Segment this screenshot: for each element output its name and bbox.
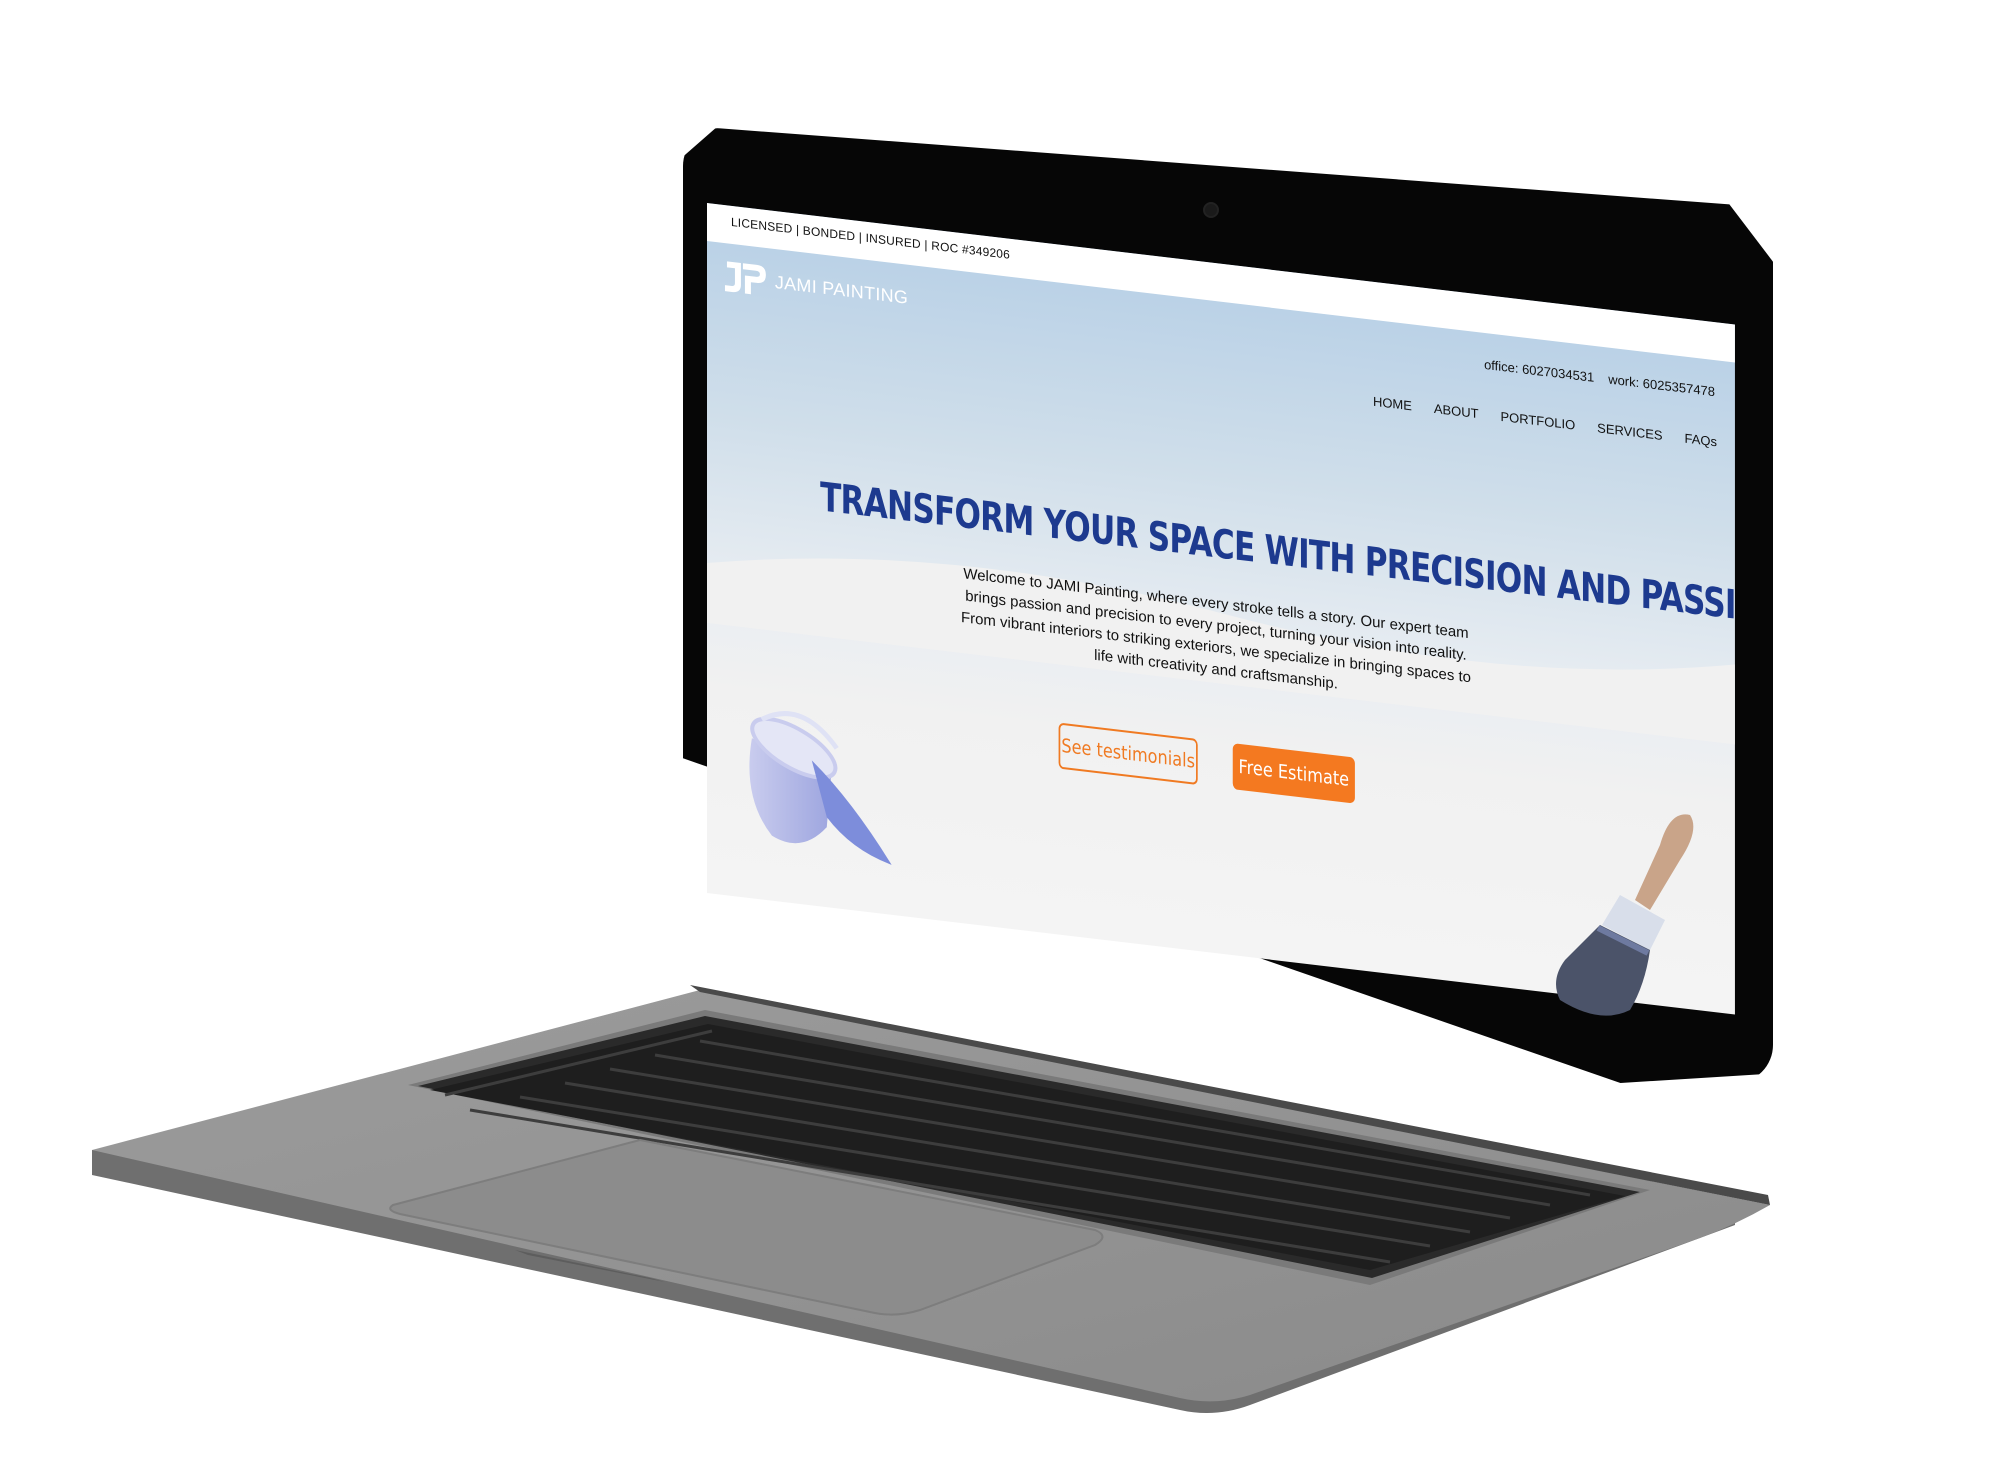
paint-brush-icon xyxy=(1556,814,1694,1016)
nav-home[interactable]: HOME xyxy=(1373,394,1412,414)
logo-name: JAMI PAINTING xyxy=(774,271,909,308)
nav-faqs[interactable]: FAQs xyxy=(1685,431,1717,450)
jp-logo-icon xyxy=(724,261,766,295)
nav-services[interactable]: SERVICES xyxy=(1597,420,1662,443)
webcam-icon xyxy=(1203,202,1219,218)
main-nav: HOME ABOUT PORTFOLIO SERVICES FAQs xyxy=(1373,394,1717,450)
nav-portfolio[interactable]: PORTFOLIO xyxy=(1500,409,1575,433)
site-logo[interactable]: JAMI PAINTING xyxy=(721,257,908,317)
work-phone[interactable]: work: 6025357478 xyxy=(1608,372,1715,400)
laptop-mockup: LICENSED | BONDED | INSURED | ROC #34920… xyxy=(0,0,2005,1482)
cta-row: See testimonials Free Estimate xyxy=(1046,721,1365,805)
paint-bucket-icon xyxy=(749,711,892,865)
nav-about[interactable]: ABOUT xyxy=(1434,401,1479,421)
contact-numbers: office: 6027034531 work: 6025357478 xyxy=(1484,357,1715,399)
office-phone[interactable]: office: 6027034531 xyxy=(1484,357,1594,385)
free-estimate-button[interactable]: Free Estimate xyxy=(1232,743,1355,804)
see-testimonials-button[interactable]: See testimonials xyxy=(1058,722,1198,786)
